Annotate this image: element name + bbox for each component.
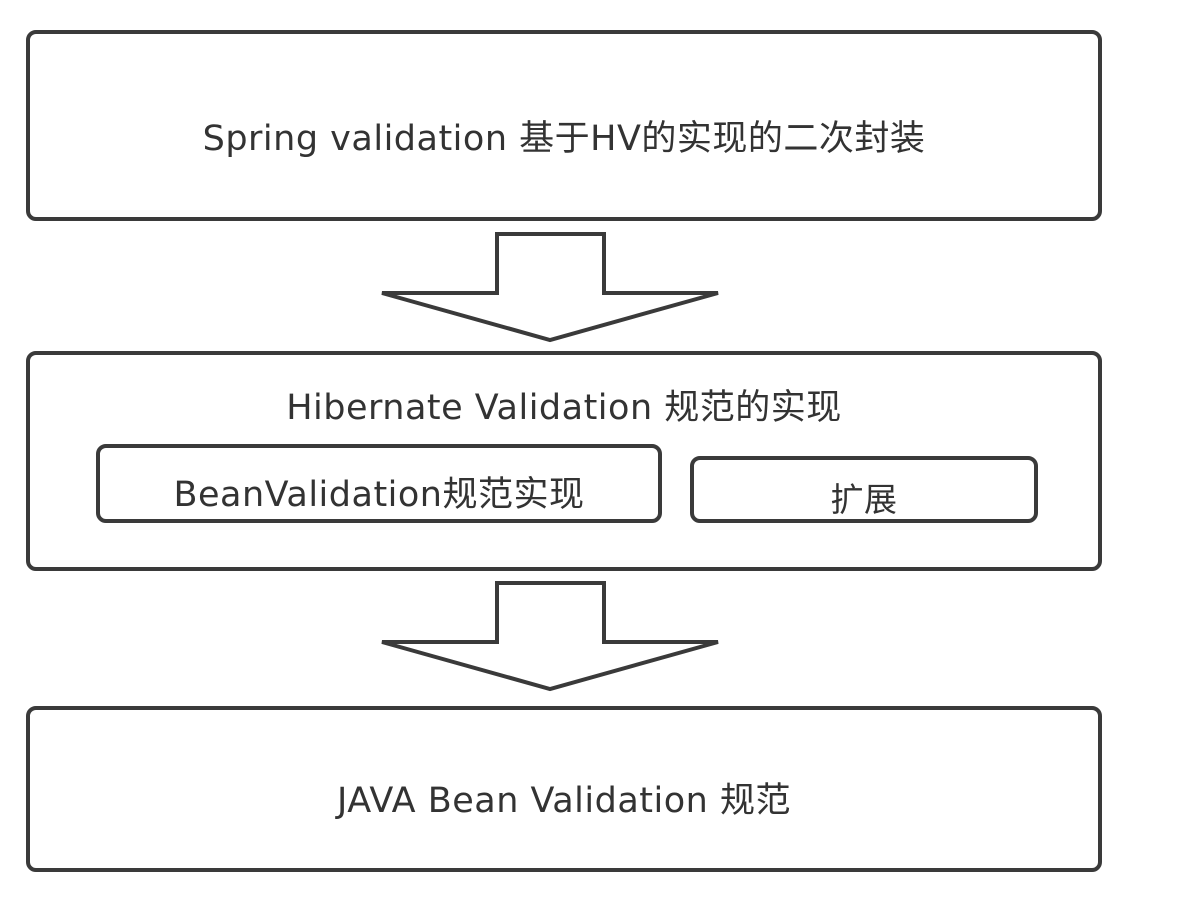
java-bean-validation-label: JAVA Bean Validation 规范 bbox=[337, 781, 791, 821]
down-arrow-2-shape bbox=[381, 581, 719, 692]
java-bean-validation-box: JAVA Bean Validation 规范 bbox=[26, 706, 1102, 872]
